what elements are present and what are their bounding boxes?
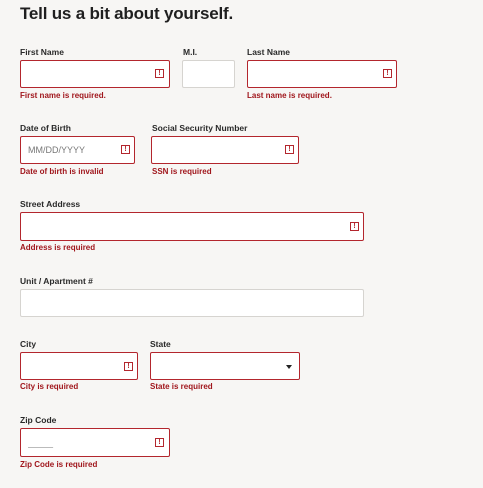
state-select[interactable]: [150, 352, 300, 380]
ssn-input[interactable]: [151, 136, 299, 164]
unit-input[interactable]: [20, 289, 364, 317]
dob-input[interactable]: [20, 136, 135, 164]
zip-error: Zip Code is required: [20, 460, 98, 469]
street-address-input[interactable]: [20, 212, 364, 241]
city-label: City: [20, 339, 37, 349]
state-error: State is required: [150, 382, 213, 391]
dob-label: Date of Birth: [20, 123, 71, 133]
last-name-input[interactable]: [247, 60, 397, 88]
last-name-error: Last name is required.: [247, 91, 332, 100]
first-name-error: First name is required.: [20, 91, 106, 100]
street-address-label: Street Address: [20, 199, 81, 209]
zip-label: Zip Code: [20, 415, 57, 425]
state-label: State: [150, 339, 171, 349]
middle-initial-input[interactable]: [182, 60, 235, 88]
unit-label: Unit / Apartment #: [20, 276, 93, 286]
city-error: City is required: [20, 382, 79, 391]
zip-input[interactable]: [20, 428, 170, 457]
last-name-label: Last Name: [247, 47, 290, 57]
chevron-down-icon: [286, 365, 292, 369]
middle-initial-label: M.I.: [183, 47, 198, 57]
ssn-error: SSN is required: [152, 167, 212, 176]
page-title: Tell us a bit about yourself.: [20, 4, 234, 23]
street-address-error: Address is required: [20, 243, 96, 252]
city-input[interactable]: [20, 352, 138, 380]
first-name-label: First Name: [20, 47, 64, 57]
ssn-label: Social Security Number: [152, 123, 248, 133]
dob-error: Date of birth is invalid: [20, 167, 104, 176]
first-name-input[interactable]: [20, 60, 170, 88]
